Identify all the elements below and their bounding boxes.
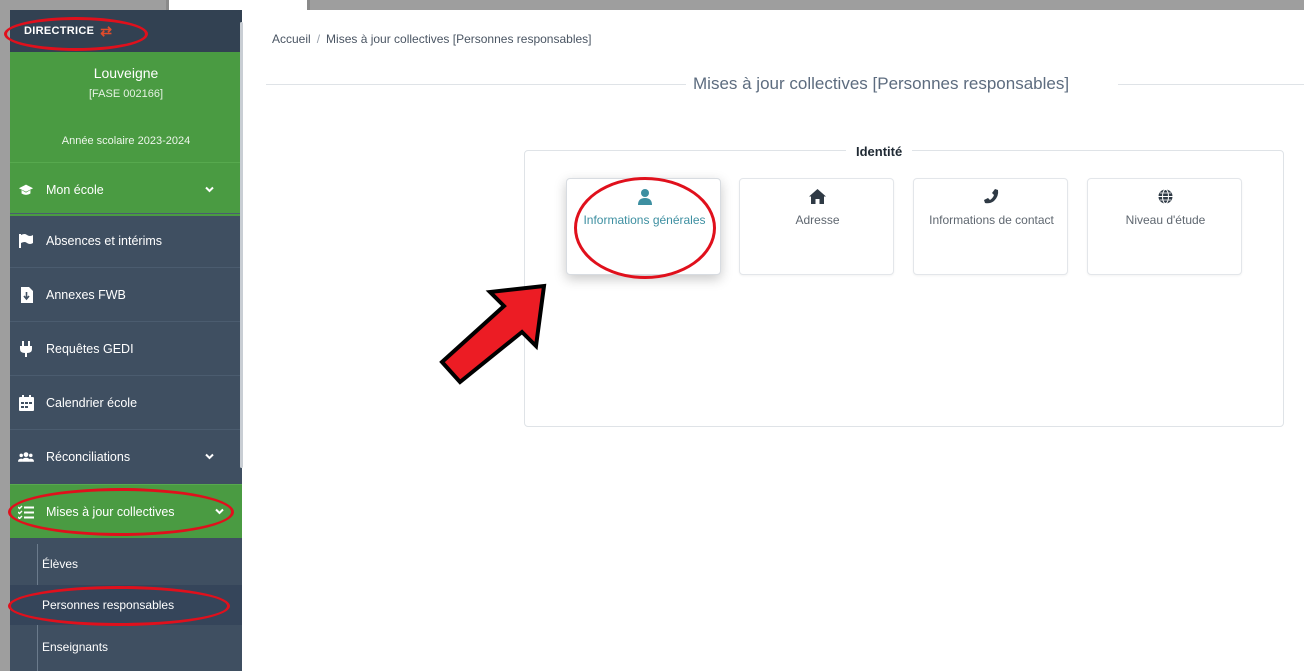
title-rule-right <box>1118 84 1304 85</box>
sidebar-item-mon-ecole[interactable]: Mon école <box>10 162 242 216</box>
app-window: DIRECTRICE ⇄ Louveigne [FASE 002166] Ann… <box>0 0 1304 671</box>
sidebar-item-label: Requêtes GEDI <box>46 341 134 356</box>
school-code: [FASE 002166] <box>89 88 163 100</box>
breadcrumb-home[interactable]: Accueil <box>272 32 311 46</box>
browser-tab[interactable] <box>166 0 310 10</box>
sidebar-item-annexes[interactable]: Annexes FWB <box>10 267 242 321</box>
card-informations-contact[interactable]: Informations de contact <box>913 178 1068 275</box>
title-rule-left <box>266 84 686 85</box>
globe-icon <box>1088 189 1243 207</box>
flag-icon <box>18 233 34 249</box>
school-name: Louveigne <box>93 65 159 81</box>
subitem-label: Personnes responsables <box>42 598 175 612</box>
card-niveau-etude[interactable]: Niveau d'étude <box>1087 178 1242 275</box>
section-legend: Identité <box>846 144 913 159</box>
chevron-down-icon <box>205 184 214 195</box>
sidebar-item-calendrier[interactable]: Calendrier école <box>10 375 242 429</box>
sidebar-item-label: Mon école <box>46 182 104 197</box>
card-informations-generales[interactable]: Informations générales <box>566 178 721 275</box>
card-adresse[interactable]: Adresse <box>739 178 894 275</box>
sidebar-item-label: Absences et intérims <box>46 233 163 248</box>
subitem-eleves[interactable]: Élèves <box>10 544 242 584</box>
card-label: Niveau d'étude <box>1125 213 1206 227</box>
card-label: Informations générales <box>583 213 706 227</box>
breadcrumb-current: Mises à jour collectives [Personnes resp… <box>326 32 592 46</box>
school-panel: Louveigne [FASE 002166] Année scolaire 2… <box>10 52 242 162</box>
sidebar-item-label: Annexes FWB <box>46 287 126 302</box>
sidebar-item-mises-a-jour[interactable]: Mises à jour collectives <box>10 484 242 538</box>
sidebar-item-absences[interactable]: Absences et intérims <box>10 213 242 267</box>
list-check-icon <box>18 504 34 520</box>
school-year[interactable]: Année scolaire 2023-2024 <box>10 135 242 147</box>
chevron-down-icon <box>215 506 224 517</box>
role-label: DIRECTRICE <box>24 25 95 37</box>
window-left-edge <box>0 10 10 671</box>
card-label: Informations de contact <box>929 213 1054 227</box>
role-switcher[interactable]: DIRECTRICE ⇄ <box>10 10 242 52</box>
chevron-down-icon <box>205 451 214 462</box>
sidebar-item-label: Réconciliations <box>46 449 131 464</box>
card-label: Adresse <box>795 213 840 227</box>
graduation-cap-icon <box>18 182 34 198</box>
breadcrumb: Accueil / Mises à jour collectives [Person… <box>272 32 592 46</box>
sidebar: DIRECTRICE ⇄ Louveigne [FASE 002166] Ann… <box>10 10 242 671</box>
plug-icon <box>18 340 34 357</box>
sidebar-item-requetes[interactable]: Requêtes GEDI <box>10 321 242 375</box>
subitem-label: Enseignants <box>42 640 109 654</box>
calendar-icon <box>18 394 34 411</box>
sidebar-item-label: Calendrier école <box>46 395 138 410</box>
sidebar-item-label: Mises à jour collectives <box>46 504 175 519</box>
file-download-icon <box>18 286 34 303</box>
sidebar-scrollbar[interactable] <box>240 22 243 468</box>
home-icon <box>740 189 895 207</box>
browser-top-strip <box>0 0 1304 10</box>
breadcrumb-separator: / <box>316 32 321 46</box>
subitem-enseignants[interactable]: Enseignants <box>10 627 242 667</box>
main-content: Accueil / Mises à jour collectives [Person… <box>246 10 1304 671</box>
subitem-personnes-responsables[interactable]: Personnes responsables <box>10 585 242 625</box>
swap-icon[interactable]: ⇄ <box>100 23 112 40</box>
phone-icon <box>914 189 1069 207</box>
subitem-label: Élèves <box>42 557 79 571</box>
user-icon <box>567 189 722 207</box>
annotation-arrow-icon <box>439 283 547 385</box>
users-icon <box>18 449 34 465</box>
page-title: Mises à jour collectives [Personnes resp… <box>687 74 1076 94</box>
sidebar-item-reconciliations[interactable]: Réconciliations <box>10 429 242 483</box>
